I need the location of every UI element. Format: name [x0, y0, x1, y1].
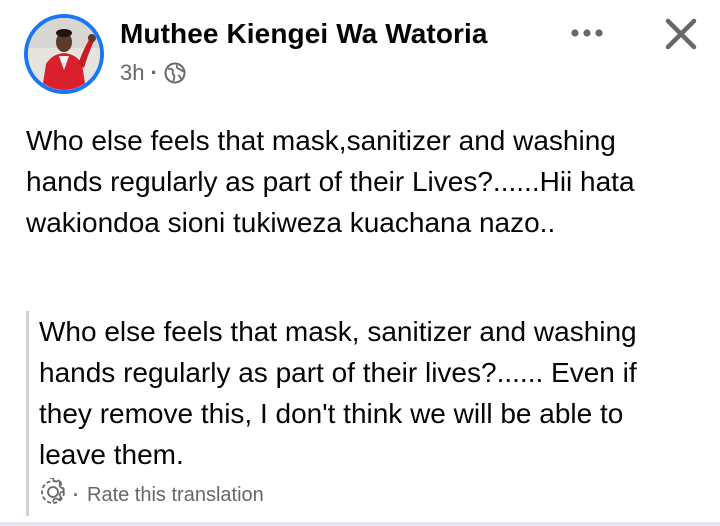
post-timestamp[interactable]: 3h [120, 60, 144, 86]
globe-icon[interactable] [164, 62, 186, 84]
gear-icon[interactable] [39, 477, 67, 512]
rate-translation-link[interactable]: Rate this translation [87, 484, 264, 507]
author-name[interactable]: Muthee Kiengei Wa Watoria [120, 18, 488, 50]
meta-separator: · [150, 60, 158, 85]
close-icon [664, 17, 698, 56]
post-text: Who else feels that mask,sanitizer and w… [26, 125, 635, 238]
post-meta: 3h · [120, 59, 186, 87]
rate-translation-row[interactable]: · Rate this translation [39, 477, 264, 512]
avatar[interactable] [24, 14, 104, 94]
more-options-button[interactable] [567, 18, 607, 50]
rate-separator: · [73, 484, 79, 505]
post-header: Muthee Kiengei Wa Watoria 3h · [22, 12, 712, 96]
translated-text: Who else feels that mask, sanitizer and … [39, 316, 637, 470]
more-options-icon [570, 25, 604, 43]
bottom-divider [0, 522, 720, 526]
translation-block: Who else feels that mask, sanitizer and … [26, 311, 699, 516]
close-button[interactable] [657, 12, 705, 60]
